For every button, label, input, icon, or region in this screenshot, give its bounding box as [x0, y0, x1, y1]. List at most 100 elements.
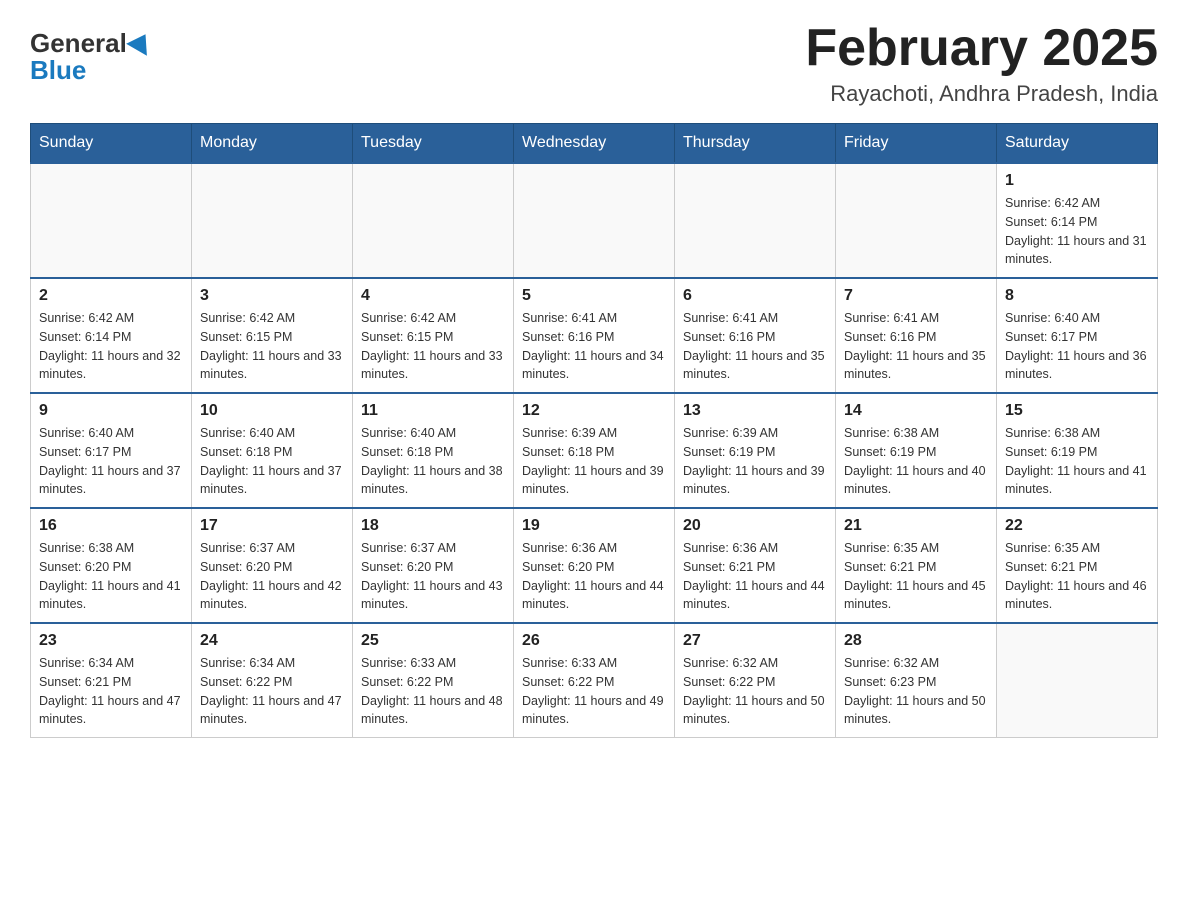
- calendar-cell: 19 Sunrise: 6:36 AMSunset: 6:20 PMDayligh…: [514, 508, 675, 623]
- title-block: February 2025 Rayachoti, Andhra Pradesh,…: [805, 20, 1158, 107]
- calendar-cell: 4Sunrise: 6:42 AMSunset: 6:15 PMDaylight…: [353, 278, 514, 393]
- day-number: 2: [39, 287, 183, 305]
- calendar-cell: 5 Sunrise: 6:41 AMSunset: 6:16 PMDaylight…: [514, 278, 675, 393]
- day-number: 19: [522, 517, 666, 535]
- day-number: 1: [1005, 172, 1149, 190]
- calendar-cell: 18Sunrise: 6:37 AMSunset: 6:20 PMDayligh…: [353, 508, 514, 623]
- calendar-cell: 13 Sunrise: 6:39 AMSunset: 6:19 PMDayligh…: [675, 393, 836, 508]
- page-header: General Blue February 2025 Rayachoti, An…: [30, 20, 1158, 107]
- day-number: 3: [200, 287, 344, 305]
- calendar-cell: 24 Sunrise: 6:34 AMSunset: 6:22 PMDayligh…: [192, 623, 353, 738]
- location-text: Rayachoti, Andhra Pradesh, India: [805, 81, 1158, 107]
- day-number: 23: [39, 632, 183, 650]
- calendar-cell: 17Sunrise: 6:37 AMSunset: 6:20 PMDayligh…: [192, 508, 353, 623]
- calendar-cell: 25 Sunrise: 6:33 AMSunset: 6:22 PMDayligh…: [353, 623, 514, 738]
- day-number: 17: [200, 517, 344, 535]
- weekday-header-wednesday: Wednesday: [514, 124, 675, 164]
- day-info: Sunrise: 6:34 AMSunset: 6:21 PMDaylight:…: [39, 654, 183, 729]
- day-number: 13: [683, 402, 827, 420]
- weekday-header-thursday: Thursday: [675, 124, 836, 164]
- day-info: Sunrise: 6:37 AMSunset: 6:20 PMDaylight:…: [361, 539, 505, 614]
- month-title: February 2025: [805, 20, 1158, 77]
- calendar-cell: 27Sunrise: 6:32 AMSunset: 6:22 PMDayligh…: [675, 623, 836, 738]
- day-info: Sunrise: 6:38 AMSunset: 6:20 PMDaylight:…: [39, 539, 183, 614]
- calendar-cell: [192, 163, 353, 278]
- day-info: Sunrise: 6:41 AMSunset: 6:16 PMDaylight:…: [522, 309, 666, 384]
- day-info: Sunrise: 6:41 AMSunset: 6:16 PMDaylight:…: [683, 309, 827, 384]
- calendar-cell: 11 Sunrise: 6:40 AMSunset: 6:18 PMDayligh…: [353, 393, 514, 508]
- calendar-cell: [353, 163, 514, 278]
- calendar-cell: 26Sunrise: 6:33 AMSunset: 6:22 PMDayligh…: [514, 623, 675, 738]
- calendar-cell: 15 Sunrise: 6:38 AMSunset: 6:19 PMDayligh…: [997, 393, 1158, 508]
- weekday-header-row: SundayMondayTuesdayWednesdayThursdayFrid…: [31, 124, 1158, 164]
- day-info: Sunrise: 6:33 AMSunset: 6:22 PMDaylight:…: [522, 654, 666, 729]
- calendar-cell: [514, 163, 675, 278]
- day-number: 8: [1005, 287, 1149, 305]
- day-number: 9: [39, 402, 183, 420]
- day-info: Sunrise: 6:40 AMSunset: 6:17 PMDaylight:…: [39, 424, 183, 499]
- calendar-cell: 14Sunrise: 6:38 AMSunset: 6:19 PMDayligh…: [836, 393, 997, 508]
- day-number: 7: [844, 287, 988, 305]
- calendar-cell: [31, 163, 192, 278]
- calendar-cell: [836, 163, 997, 278]
- calendar-cell: 6 Sunrise: 6:41 AMSunset: 6:16 PMDaylight…: [675, 278, 836, 393]
- calendar-cell: 7Sunrise: 6:41 AMSunset: 6:16 PMDaylight…: [836, 278, 997, 393]
- day-info: Sunrise: 6:34 AMSunset: 6:22 PMDaylight:…: [200, 654, 344, 729]
- calendar-cell: 21 Sunrise: 6:35 AMSunset: 6:21 PMDayligh…: [836, 508, 997, 623]
- day-number: 25: [361, 632, 505, 650]
- weekday-header-saturday: Saturday: [997, 124, 1158, 164]
- day-info: Sunrise: 6:42 AMSunset: 6:14 PMDaylight:…: [1005, 194, 1149, 269]
- day-number: 12: [522, 402, 666, 420]
- day-number: 28: [844, 632, 988, 650]
- weekday-header-sunday: Sunday: [31, 124, 192, 164]
- calendar-cell: 2 Sunrise: 6:42 AMSunset: 6:14 PMDaylight…: [31, 278, 192, 393]
- day-info: Sunrise: 6:40 AMSunset: 6:17 PMDaylight:…: [1005, 309, 1149, 384]
- day-number: 22: [1005, 517, 1149, 535]
- day-number: 21: [844, 517, 988, 535]
- day-number: 11: [361, 402, 505, 420]
- day-number: 20: [683, 517, 827, 535]
- calendar-week-2: 2 Sunrise: 6:42 AMSunset: 6:14 PMDaylight…: [31, 278, 1158, 393]
- calendar-week-1: 1 Sunrise: 6:42 AMSunset: 6:14 PMDaylight…: [31, 163, 1158, 278]
- calendar-cell: 10 Sunrise: 6:40 AMSunset: 6:18 PMDayligh…: [192, 393, 353, 508]
- logo: General Blue: [30, 20, 153, 86]
- calendar-cell: 20 Sunrise: 6:36 AMSunset: 6:21 PMDayligh…: [675, 508, 836, 623]
- day-number: 14: [844, 402, 988, 420]
- calendar-cell: [675, 163, 836, 278]
- day-number: 10: [200, 402, 344, 420]
- day-info: Sunrise: 6:38 AMSunset: 6:19 PMDaylight:…: [1005, 424, 1149, 499]
- day-info: Sunrise: 6:36 AMSunset: 6:21 PMDaylight:…: [683, 539, 827, 614]
- calendar-cell: 1 Sunrise: 6:42 AMSunset: 6:14 PMDaylight…: [997, 163, 1158, 278]
- weekday-header-friday: Friday: [836, 124, 997, 164]
- day-number: 27: [683, 632, 827, 650]
- day-info: Sunrise: 6:39 AMSunset: 6:19 PMDaylight:…: [683, 424, 827, 499]
- day-info: Sunrise: 6:39 AMSunset: 6:18 PMDaylight:…: [522, 424, 666, 499]
- day-number: 5: [522, 287, 666, 305]
- calendar-week-4: 16 Sunrise: 6:38 AMSunset: 6:20 PMDayligh…: [31, 508, 1158, 623]
- day-number: 16: [39, 517, 183, 535]
- day-number: 6: [683, 287, 827, 305]
- calendar-cell: 22 Sunrise: 6:35 AMSunset: 6:21 PMDayligh…: [997, 508, 1158, 623]
- calendar-cell: 9 Sunrise: 6:40 AMSunset: 6:17 PMDaylight…: [31, 393, 192, 508]
- calendar-cell: 12 Sunrise: 6:39 AMSunset: 6:18 PMDayligh…: [514, 393, 675, 508]
- calendar-week-5: 23 Sunrise: 6:34 AMSunset: 6:21 PMDayligh…: [31, 623, 1158, 738]
- calendar-table: SundayMondayTuesdayWednesdayThursdayFrid…: [30, 123, 1158, 738]
- weekday-header-monday: Monday: [192, 124, 353, 164]
- day-info: Sunrise: 6:33 AMSunset: 6:22 PMDaylight:…: [361, 654, 505, 729]
- day-info: Sunrise: 6:36 AMSunset: 6:20 PMDaylight:…: [522, 539, 666, 614]
- calendar-week-3: 9 Sunrise: 6:40 AMSunset: 6:17 PMDaylight…: [31, 393, 1158, 508]
- day-info: Sunrise: 6:42 AMSunset: 6:14 PMDaylight:…: [39, 309, 183, 384]
- day-info: Sunrise: 6:40 AMSunset: 6:18 PMDaylight:…: [361, 424, 505, 499]
- day-info: Sunrise: 6:42 AMSunset: 6:15 PMDaylight:…: [200, 309, 344, 384]
- weekday-header-tuesday: Tuesday: [353, 124, 514, 164]
- day-number: 4: [361, 287, 505, 305]
- day-number: 15: [1005, 402, 1149, 420]
- calendar-cell: 28 Sunrise: 6:32 AMSunset: 6:23 PMDayligh…: [836, 623, 997, 738]
- day-info: Sunrise: 6:40 AMSunset: 6:18 PMDaylight:…: [200, 424, 344, 499]
- day-info: Sunrise: 6:35 AMSunset: 6:21 PMDaylight:…: [844, 539, 988, 614]
- day-number: 24: [200, 632, 344, 650]
- day-info: Sunrise: 6:32 AMSunset: 6:23 PMDaylight:…: [844, 654, 988, 729]
- day-info: Sunrise: 6:35 AMSunset: 6:21 PMDaylight:…: [1005, 539, 1149, 614]
- calendar-cell: 23 Sunrise: 6:34 AMSunset: 6:21 PMDayligh…: [31, 623, 192, 738]
- logo-triangle-icon: [126, 28, 156, 56]
